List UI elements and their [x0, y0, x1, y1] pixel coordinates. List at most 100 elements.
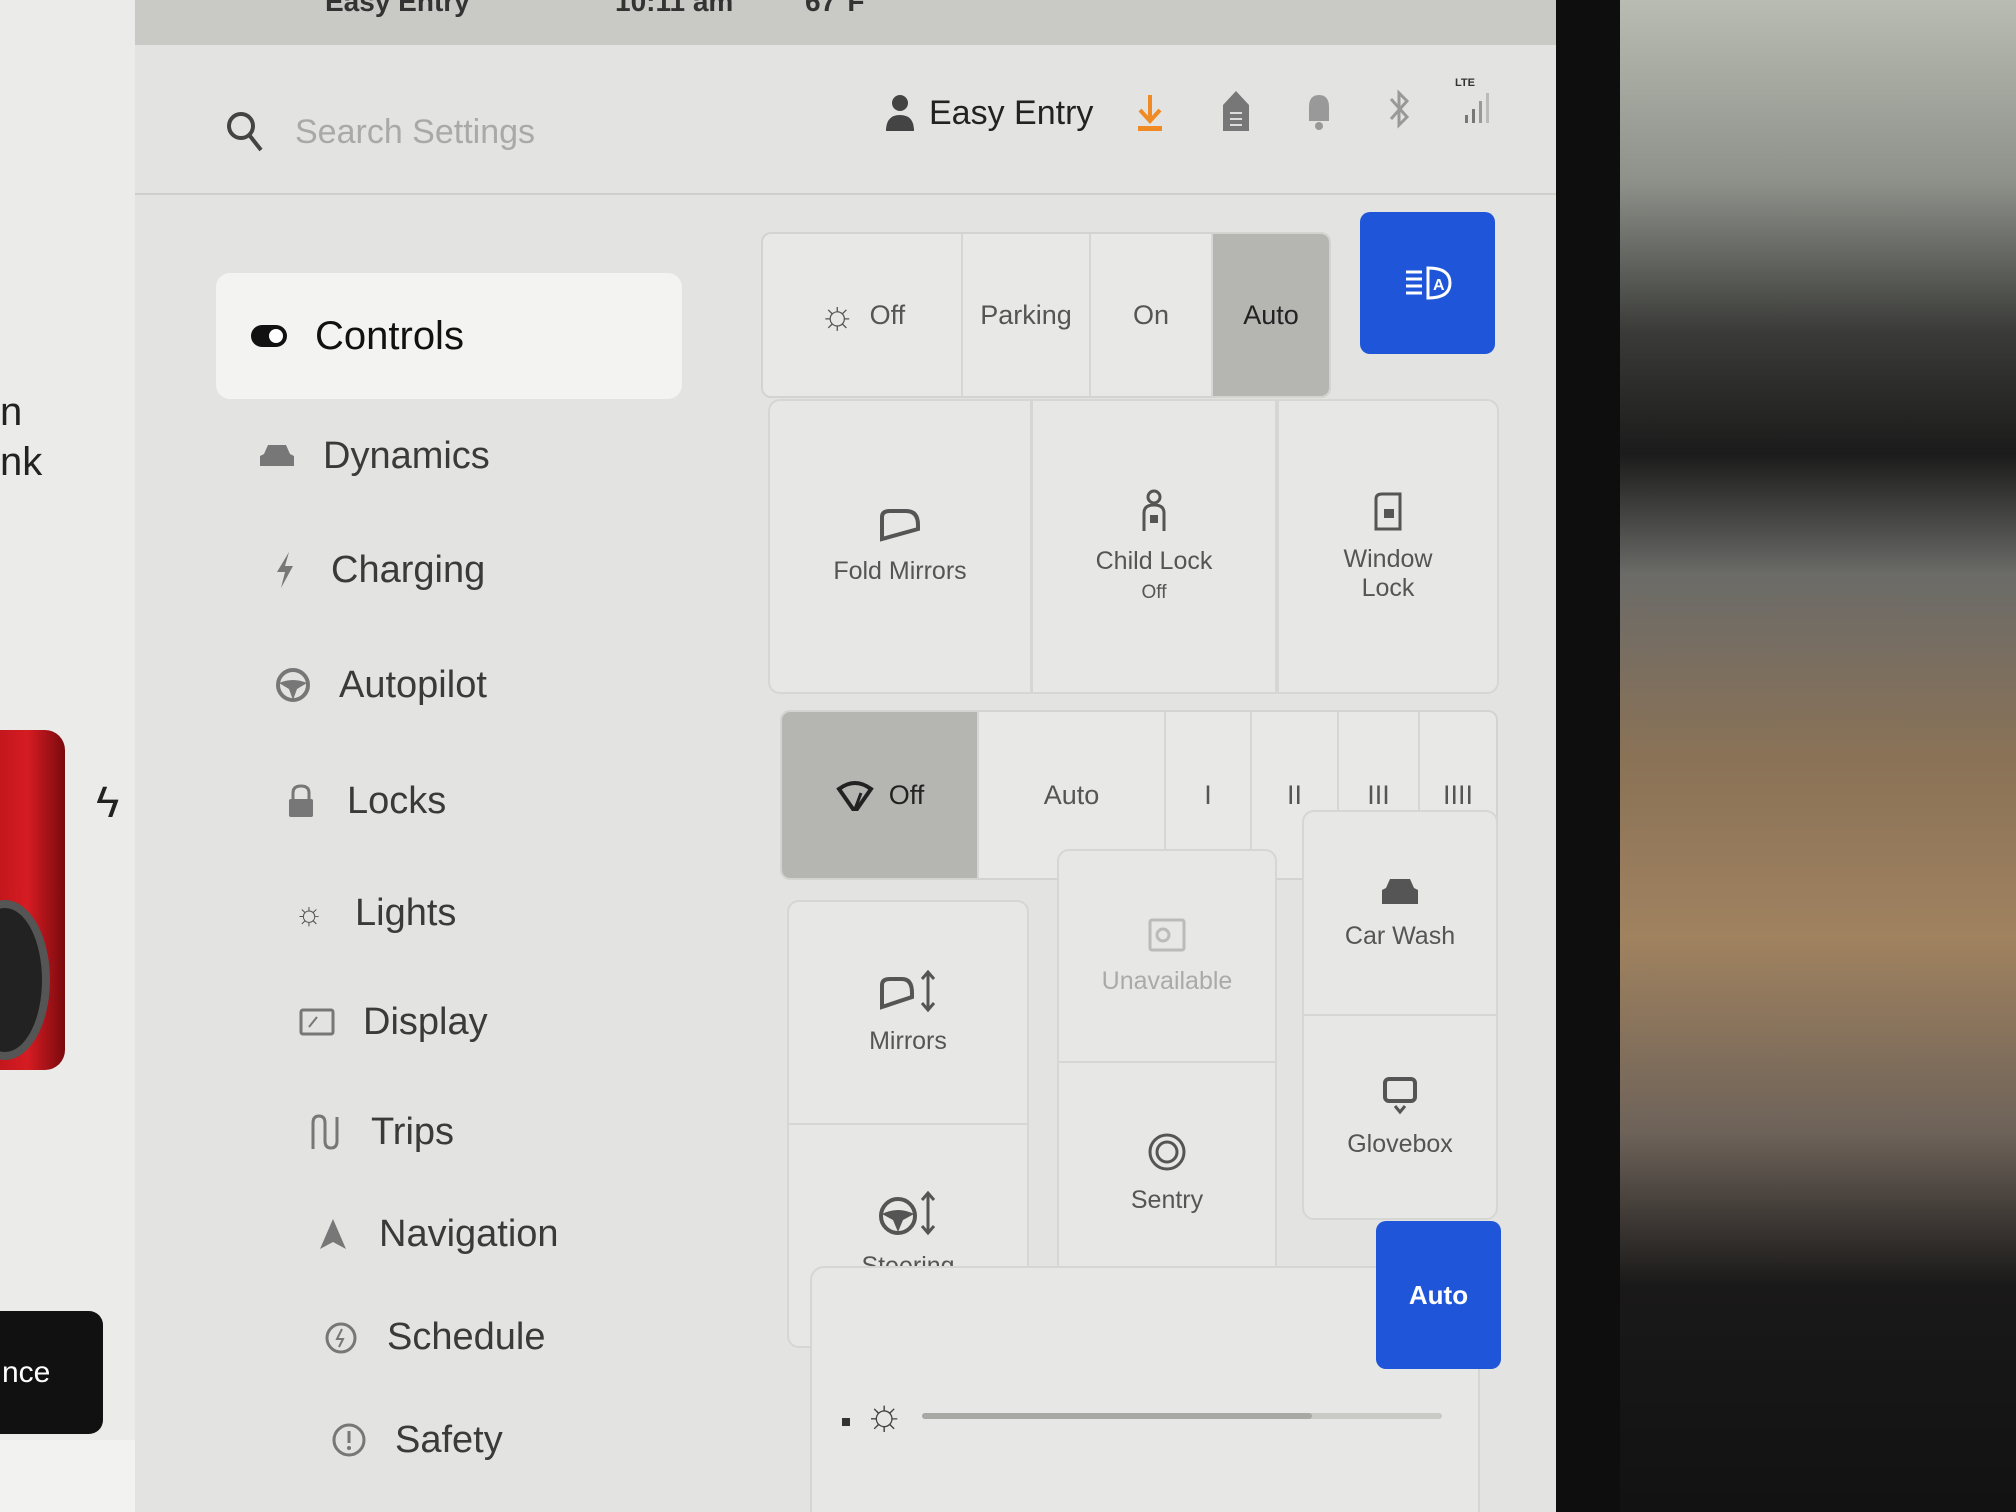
tile-label: Unavailable — [1101, 966, 1233, 995]
sidebar-item-trips[interactable]: Trips — [305, 1102, 454, 1162]
navigation-arrow-icon — [313, 1214, 353, 1254]
wiper-icon — [835, 781, 874, 811]
sidebar-item-label: Lights — [355, 891, 457, 934]
sidebar-item-label: Controls — [315, 313, 464, 358]
sidebar-item-label: Locks — [347, 779, 447, 822]
alert-circle-icon — [329, 1420, 369, 1460]
download-icon[interactable] — [1135, 93, 1165, 133]
bolt-icon — [265, 550, 305, 590]
window-lock-icon — [1374, 492, 1402, 530]
sidebar-item-dynamics[interactable]: Dynamics — [257, 426, 490, 486]
child-icon — [1142, 489, 1166, 531]
bell-icon[interactable] — [1305, 91, 1333, 131]
option-label: Auto — [1243, 299, 1299, 330]
car-panel: n nk ϟ nce — [0, 0, 220, 1512]
headlights-selector: ☼ Off Parking On Auto — [761, 232, 1331, 398]
search-input[interactable]: Search Settings — [295, 113, 535, 152]
car-wash-button[interactable]: Car Wash — [1302, 810, 1498, 1016]
person-icon — [886, 95, 914, 131]
car-wash-icon — [1382, 878, 1418, 904]
status-bar: Easy Entry 10:11 am 67°F — [135, 0, 1556, 45]
brightness-slider[interactable] — [922, 1413, 1442, 1419]
trips-icon — [305, 1112, 345, 1152]
charging-bolt-icon: ϟ — [96, 778, 120, 827]
sidebar-item-safety[interactable]: Safety — [329, 1410, 503, 1470]
status-time: 10:11 am — [615, 0, 734, 17]
option-label: Auto — [1043, 779, 1100, 810]
car-panel-text: n — [0, 390, 23, 434]
headlights-auto[interactable]: Auto — [1213, 234, 1329, 396]
headlights-parking[interactable]: Parking — [963, 234, 1091, 396]
option-label: Off — [888, 779, 925, 810]
touchscreen: n nk ϟ nce Easy Entry 10:11 am 67°F Sear… — [0, 0, 1556, 1512]
sidebar-item-label: Navigation — [379, 1212, 559, 1255]
lte-label: LTE — [1455, 77, 1475, 89]
option-label: IIII — [1442, 779, 1473, 810]
brightness-min-dot — [842, 1418, 850, 1426]
sidebar-item-autopilot[interactable]: Autopilot — [273, 655, 487, 715]
sidebar-item-label: Dynamics — [323, 434, 490, 477]
settings-panel: Search Settings Easy Entry LTE Controls … — [135, 45, 1556, 1512]
sidebar-item-navigation[interactable]: Navigation — [313, 1204, 559, 1264]
tile-status: Off — [1141, 582, 1167, 603]
wipers-off[interactable]: Off — [782, 712, 979, 878]
unavailable-tile: Unavailable — [1057, 849, 1277, 1063]
mirror-adjust-icon — [880, 969, 936, 1013]
brightness-auto-button[interactable]: Auto — [1376, 1221, 1501, 1369]
sidebar-item-label: Schedule — [387, 1315, 546, 1358]
sentry-icon — [1148, 1133, 1186, 1171]
dashcam-icon — [1148, 918, 1186, 951]
glovebox-button[interactable]: Glovebox — [1302, 1014, 1498, 1220]
profile-name: Easy Entry — [929, 93, 1094, 132]
option-label: Parking — [980, 299, 1072, 330]
sidebar-item-schedule[interactable]: Schedule — [321, 1307, 545, 1367]
lte-signal-icon: LTE — [1455, 77, 1499, 127]
headlights-off[interactable]: ☼ Off — [763, 234, 963, 396]
window-lock-button[interactable]: Window Lock — [1277, 399, 1499, 694]
option-label: On — [1132, 299, 1170, 330]
status-temp: 67°F — [805, 0, 865, 17]
clock-icon — [321, 1317, 361, 1357]
home-icon[interactable] — [1221, 89, 1251, 133]
fold-mirrors-button[interactable]: Fold Mirrors — [768, 399, 1032, 694]
sun-icon: ☼ — [294, 894, 324, 931]
auto-high-beam-button[interactable]: A — [1360, 212, 1495, 354]
sidebar-item-lights[interactable]: ☼ Lights — [289, 883, 456, 943]
sidebar-item-label: Autopilot — [339, 663, 487, 706]
auto-high-beam-icon: A — [1405, 266, 1452, 300]
tile-label: Fold Mirrors — [833, 557, 967, 585]
header-divider — [135, 193, 1556, 195]
auto-label: Auto — [1408, 1279, 1469, 1310]
sidebar-item-label: Display — [363, 1000, 488, 1043]
mirrors-adjust-button[interactable]: Mirrors — [787, 900, 1029, 1125]
car-icon — [257, 436, 297, 476]
search-bar[interactable]: Search Settings — [225, 107, 785, 157]
sidebar-item-label: Charging — [331, 548, 486, 591]
tile-label: Window Lock — [1343, 544, 1433, 602]
child-lock-button[interactable]: Child Lock Off — [1031, 399, 1277, 694]
tile-label: Mirrors — [869, 1027, 947, 1055]
option-label: II — [1286, 779, 1302, 810]
profile-button[interactable]: Easy Entry — [885, 93, 1093, 133]
car-panel-button[interactable]: nce — [0, 1311, 103, 1434]
sidebar-item-label: Safety — [395, 1418, 503, 1461]
sidebar-item-display[interactable]: Display — [297, 992, 488, 1052]
bluetooth-icon[interactable] — [1387, 87, 1411, 131]
tile-label: Car Wash — [1344, 921, 1456, 950]
headlights-on[interactable]: On — [1091, 234, 1213, 396]
sidebar-item-locks[interactable]: Locks — [281, 771, 446, 831]
car-panel-text: nk — [0, 440, 43, 484]
option-label: I — [1204, 779, 1212, 810]
sidebar-item-charging[interactable]: Charging — [265, 540, 485, 600]
steering-adjust-icon — [879, 1190, 936, 1236]
sentry-button[interactable]: Sentry — [1057, 1061, 1277, 1286]
option-label: Off — [869, 299, 906, 330]
option-label: III — [1367, 779, 1390, 810]
sidebar-item-controls[interactable]: Controls — [249, 306, 464, 366]
tile-label: Sentry — [1130, 1186, 1204, 1214]
svg-text:A: A — [1433, 277, 1445, 294]
headlight-sun-icon: ☼ — [818, 292, 856, 337]
search-icon — [227, 112, 263, 152]
brightness-slider-fill — [922, 1413, 1312, 1419]
mirror-icon — [880, 509, 920, 542]
